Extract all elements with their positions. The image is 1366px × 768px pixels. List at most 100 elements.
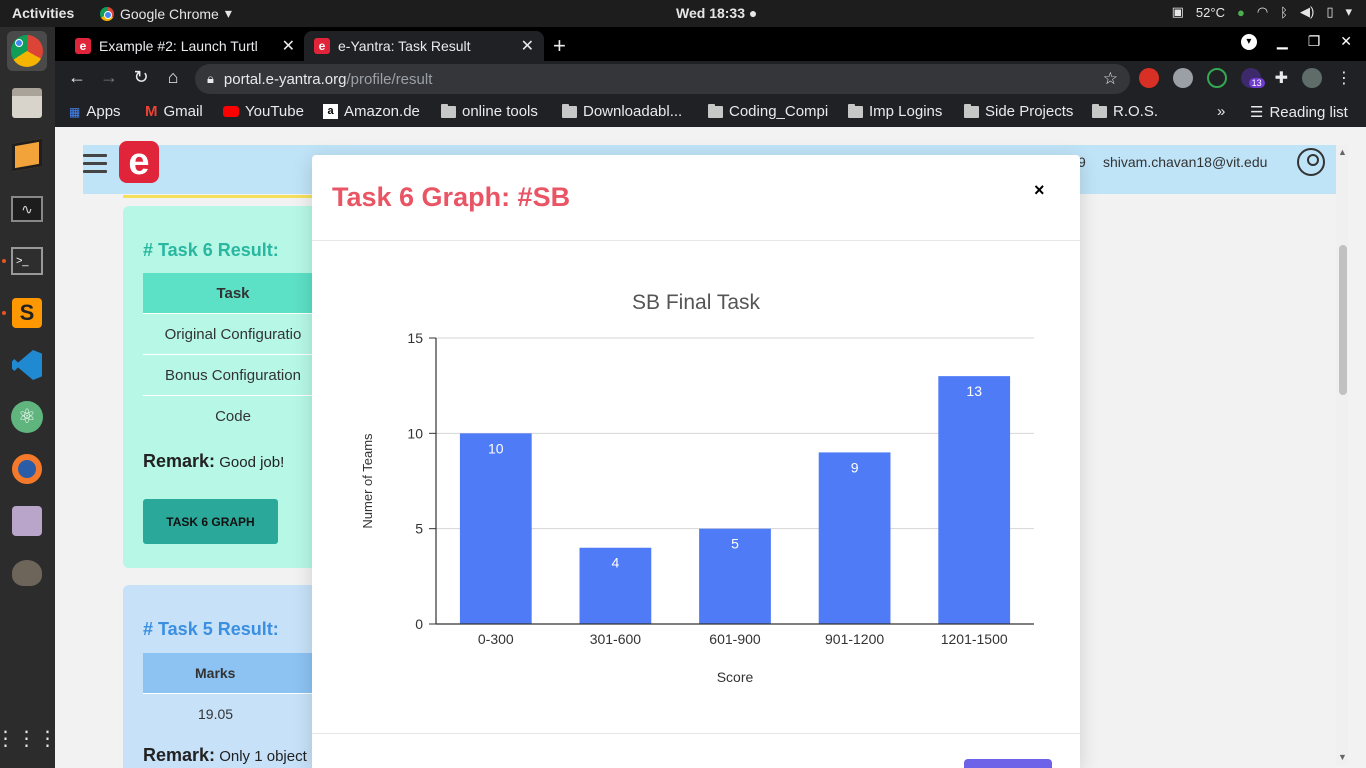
activities-button[interactable]: Activities (12, 5, 74, 21)
bookmark-label: Downloadabl... (583, 103, 683, 120)
reading-list[interactable]: ☰ Reading list (1250, 103, 1348, 122)
chevron-down-icon: ▾ (224, 5, 232, 21)
bookmark-gmail[interactable]: M Gmail (145, 103, 203, 120)
running-indicator (2, 311, 6, 315)
scrollbar-thumb[interactable] (1339, 245, 1347, 395)
dock-box-app[interactable] (7, 135, 47, 175)
modal-footer-divider (312, 733, 1080, 734)
dock-gimp[interactable] (7, 553, 47, 593)
tab-search-icon[interactable]: ▾ (1240, 33, 1257, 50)
maximize-button[interactable]: ❐ (1308, 33, 1321, 50)
close-icon[interactable]: ✕ (521, 36, 534, 56)
bookmark-label: Gmail (163, 103, 203, 120)
data-label: 10 (488, 440, 504, 456)
folder-icon (964, 103, 979, 118)
clock-label: Wed 18:33 (676, 5, 745, 21)
bookmark-youtube[interactable]: YouTube (223, 103, 304, 120)
forward-button[interactable]: → (97, 67, 121, 88)
home-button[interactable]: ⌂ (161, 67, 185, 88)
bookmark-imp-logins[interactable]: Imp Logins (848, 103, 942, 120)
bookmark-downloadable[interactable]: Downloadabl... (562, 103, 682, 120)
check-extension-icon[interactable] (1206, 68, 1227, 88)
task5-result-card: # Task 5 Result: Marks 19.05 Remark: Onl… (123, 585, 323, 768)
scroll-down-icon[interactable]: ▼ (1338, 752, 1347, 762)
tab-task-result[interactable]: e e-Yantra: Task Result ✕ (304, 31, 544, 61)
modal-title: Task 6 Graph: #SB (332, 182, 571, 212)
dock-files[interactable] (7, 83, 47, 123)
monitor-icon: ∿ (11, 196, 43, 222)
bookmark-apps[interactable]: ▦ Apps (69, 103, 121, 120)
dock-blender[interactable] (7, 449, 47, 489)
eyantra-logo[interactable]: e (119, 141, 159, 183)
y-tick-label: 5 (415, 521, 423, 537)
puzzle-icon[interactable]: ✚ (1275, 68, 1288, 88)
account-icon[interactable] (1297, 148, 1325, 176)
bookmark-label: Coding_Compi (729, 103, 829, 120)
page-scrollbar[interactable]: ▲ ▼ (1336, 145, 1348, 765)
bookmark-online-tools[interactable]: online tools (441, 103, 538, 120)
x-tick-label: 601-900 (709, 631, 761, 647)
scroll-up-icon[interactable]: ▲ (1338, 147, 1347, 157)
show-applications-button[interactable]: ⋮⋮⋮ (0, 719, 58, 759)
y-tick-label: 15 (407, 330, 423, 346)
bookmark-ros[interactable]: R.O.S. (1092, 103, 1158, 120)
bookmarks-overflow[interactable]: » (1217, 103, 1225, 120)
cloud-extension-icon[interactable] (1172, 68, 1193, 88)
extension-badge: 13 (1248, 78, 1265, 88)
close-window-button[interactable]: ✕ (1340, 33, 1352, 50)
bar (459, 433, 532, 624)
close-icon[interactable]: ✕ (282, 36, 295, 56)
bookmark-label: Apps (86, 103, 121, 120)
address-bar[interactable]: 🔒︎ portal.e-yantra.org/profile/result ☆ (195, 64, 1130, 94)
user-email[interactable]: shivam.chavan18@vit.edu (1103, 154, 1267, 170)
extensions-area: 13 ✚ ⋮ (1138, 68, 1352, 88)
tab-title: e-Yantra: Task Result (338, 38, 471, 54)
amazon-icon: a (323, 104, 338, 119)
dock-webcam[interactable] (7, 501, 47, 541)
browser-toolbar: ← → ↻ ⌂ 🔒︎ portal.e-yantra.org/profile/r… (55, 61, 1366, 97)
task5-heading: # Task 5 Result: (143, 619, 279, 639)
tab-strip: e Example #2: Launch Turtl ✕ e e-Yantra:… (55, 27, 1366, 61)
app-menu[interactable]: Google Chrome ▾ (100, 5, 232, 22)
tab-title: Example #2: Launch Turtl (99, 38, 258, 54)
minimize-button[interactable]: ▁ (1277, 33, 1288, 50)
clock[interactable]: Wed 18:33 ● (676, 5, 757, 21)
blender-icon (12, 454, 42, 484)
dock-system-monitor[interactable]: ∿ (7, 189, 47, 229)
new-tab-button[interactable]: + (553, 33, 566, 59)
system-tray[interactable]: ▣ 52°C ● ◠ ᛒ ◀) ▯ ▾ (1172, 4, 1352, 20)
hand-extension-icon[interactable] (1138, 68, 1159, 88)
bookmark-side-projects[interactable]: Side Projects (964, 103, 1073, 120)
y-tick-label: 10 (407, 425, 423, 441)
data-label: 9 (851, 459, 859, 475)
youtube-icon (223, 106, 239, 117)
back-button[interactable]: ← (65, 67, 89, 88)
gmail-icon: M (145, 103, 158, 120)
dock-terminal[interactable]: >_ (2, 241, 47, 281)
bookmark-coding[interactable]: Coding_Compi (708, 103, 828, 120)
system-top-bar: Activities Google Chrome ▾ Wed 18:33 ● ▣… (0, 0, 1366, 27)
dock-sublime[interactable]: S (2, 293, 47, 333)
bookmark-star-icon[interactable]: ☆ (1103, 69, 1118, 89)
modal-footer-button[interactable] (964, 759, 1052, 768)
bookmark-amazon[interactable]: a Amazon.de (323, 103, 420, 120)
folder-icon (708, 103, 723, 118)
apps-grid-icon: ⋮⋮⋮ (0, 728, 59, 750)
y-tick-label: 0 (415, 616, 423, 632)
file-cabinet-icon (12, 88, 42, 118)
task6-graph-button[interactable]: TASK 6 GRAPH (143, 499, 278, 544)
close-button[interactable]: × (1034, 180, 1045, 201)
terminal-icon: >_ (11, 247, 43, 275)
dock-vscode[interactable] (7, 345, 47, 385)
dock-atom[interactable]: ⚛ (7, 397, 47, 437)
remark-label: Remark: (143, 745, 216, 765)
more-menu-icon[interactable]: ⋮ (1336, 68, 1352, 88)
profile-avatar[interactable] (1302, 68, 1322, 88)
counter-extension-icon[interactable]: 13 (1240, 68, 1265, 88)
dock-chrome[interactable] (7, 31, 47, 71)
task6-table: Task Original Configuratio Bonus Configu… (143, 273, 323, 436)
x-tick-label: 301-600 (590, 631, 642, 647)
reload-button[interactable]: ↻ (129, 67, 153, 88)
tab-example[interactable]: e Example #2: Launch Turtl ✕ (65, 31, 305, 61)
hamburger-menu-icon[interactable] (83, 154, 107, 174)
